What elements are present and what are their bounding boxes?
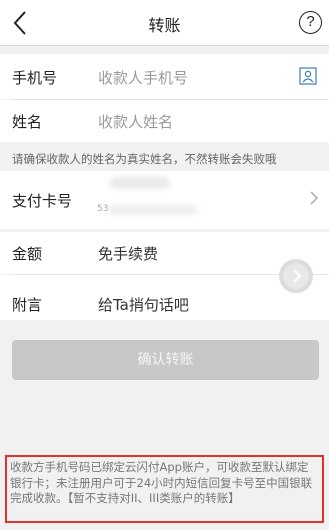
amount-label: 金额 <box>12 245 43 263</box>
notice-text: 收款方手机号码已绑定云闪付App账户，可收款至默认绑定银行卡；未注册用户可于24… <box>10 460 313 505</box>
name-tip: 请确保收款人的姓名为真实姓名，不然转账会失败哦 <box>12 152 277 166</box>
name-row[interactable]: 姓名 收款人姓名 <box>0 100 329 142</box>
floating-button[interactable] <box>279 259 313 293</box>
note-input[interactable]: 给Ta捎句话吧 <box>98 294 189 315</box>
card-bank-masked <box>108 205 198 215</box>
card-number-masked <box>110 177 170 189</box>
note-label: 附言 <box>12 296 43 314</box>
confirm-transfer-button[interactable]: 确认转账 <box>12 340 319 380</box>
amount-input[interactable]: 免手续费 <box>98 243 158 264</box>
top-bar: 转账 ? <box>0 0 329 46</box>
name-input[interactable]: 收款人姓名 <box>98 111 173 132</box>
card-number-fragment: 53 <box>97 204 109 214</box>
contacts-icon[interactable] <box>299 67 317 85</box>
page-title: 转账 <box>148 16 181 35</box>
chevron-right-icon[interactable] <box>309 190 319 206</box>
help-icon[interactable]: ? <box>299 11 322 34</box>
name-label: 姓名 <box>12 113 43 131</box>
chevron-right-icon <box>283 263 309 289</box>
notice-box: 收款方手机号码已绑定云闪付App账户，可收款至默认绑定银行卡；未注册用户可于24… <box>5 455 324 523</box>
phone-label: 手机号 <box>12 69 58 87</box>
phone-row[interactable]: 手机号 收款人手机号 <box>0 54 329 99</box>
phone-input[interactable]: 收款人手机号 <box>98 67 188 88</box>
card-label: 支付卡号 <box>12 192 73 210</box>
